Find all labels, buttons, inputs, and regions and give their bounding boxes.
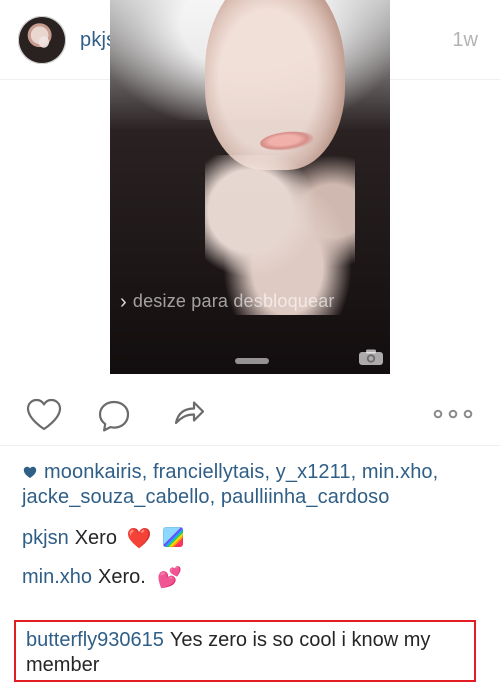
like-button[interactable] bbox=[22, 392, 66, 436]
share-button[interactable] bbox=[166, 392, 210, 436]
comment-username[interactable]: butterfly930615 bbox=[26, 629, 164, 651]
comment-username[interactable]: pkjsn bbox=[22, 527, 69, 549]
avatar[interactable] bbox=[18, 16, 66, 64]
comment-1: pkjsn Xero ❤️ bbox=[22, 524, 478, 551]
more-options-button[interactable] bbox=[428, 394, 478, 434]
more-dots-icon bbox=[433, 409, 473, 419]
post-photo[interactable]: › desize para desbloquear bbox=[110, 0, 390, 374]
lockscreen-slide-label: desize para desbloquear bbox=[132, 291, 335, 311]
emoji-two-hearts: 💕 bbox=[157, 567, 183, 589]
comment-username[interactable]: min.xho bbox=[22, 566, 92, 588]
likes-line: moonkairis, franciellytais, y_x1211, min… bbox=[22, 460, 478, 510]
chevron-right-icon: › bbox=[120, 291, 127, 313]
comment-text: Xero bbox=[74, 527, 117, 549]
instagram-post: pkjsn 1w › desize para desbloquear moonk… bbox=[0, 0, 500, 696]
emoji-heart: ❤️ bbox=[126, 528, 152, 550]
lockscreen-home-indicator bbox=[235, 358, 269, 364]
heart-outline-icon bbox=[26, 398, 62, 431]
emoji-rainbow bbox=[162, 527, 183, 547]
comment-2: min.xho Xero. 💕 bbox=[22, 565, 478, 590]
comment-text: Xero. bbox=[98, 566, 146, 588]
post-content: moonkairis, franciellytais, y_x1211, min… bbox=[22, 460, 478, 590]
heart-filled-icon bbox=[23, 466, 37, 478]
post-time: 1w bbox=[452, 29, 478, 51]
highlighted-comment-box: butterfly930615 Yes zero is so cool i kno… bbox=[14, 620, 476, 682]
camera-icon bbox=[359, 349, 383, 365]
likes-text[interactable]: moonkairis, franciellytais, y_x1211, min… bbox=[22, 461, 438, 508]
comment-3: butterfly930615 Yes zero is so cool i kno… bbox=[16, 622, 474, 678]
post-actions bbox=[0, 374, 500, 446]
lockscreen-slide-text: › desize para desbloquear bbox=[120, 290, 335, 313]
share-arrow-icon bbox=[174, 401, 205, 425]
comment-button[interactable] bbox=[92, 394, 136, 438]
comment-bubble-icon bbox=[98, 400, 130, 432]
